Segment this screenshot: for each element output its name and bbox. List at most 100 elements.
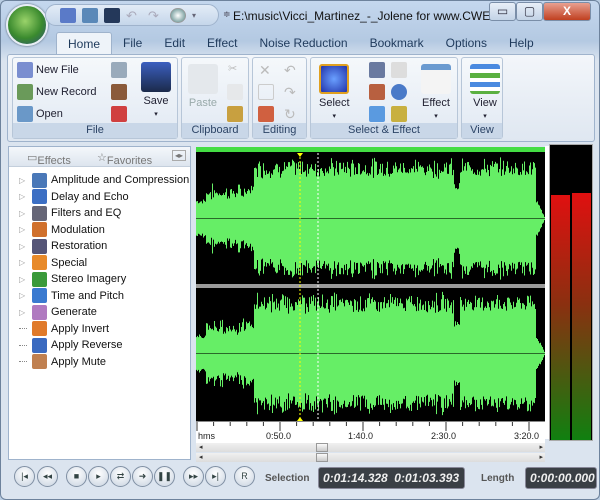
maximize-button[interactable]: ▢ [516, 2, 543, 21]
effect-item[interactable]: Apply Reverse [9, 337, 190, 354]
expand-icon[interactable]: ▷ [19, 176, 27, 185]
pause-button[interactable]: ❚❚ [154, 466, 175, 487]
copy-icon[interactable] [227, 84, 243, 100]
tab-file[interactable]: File [112, 32, 153, 55]
tab-effects[interactable]: ▭ Effects [27, 151, 71, 167]
loop-button[interactable]: ⇄ [110, 466, 131, 487]
effect-item[interactable]: Apply Mute [9, 354, 190, 371]
undo-icon[interactable]: ↶ [126, 8, 142, 23]
horizontal-scrollbar[interactable]: ◂ ▸ [196, 443, 545, 452]
scroll-left-icon[interactable]: ◂ [199, 443, 203, 451]
open-icon[interactable] [82, 7, 98, 23]
delay-icon[interactable] [391, 84, 407, 100]
repeat-icon[interactable]: ↻ [284, 106, 296, 123]
expand-icon[interactable]: ▷ [19, 258, 27, 267]
waveform-view[interactable] [196, 147, 545, 421]
close-button[interactable]: X [543, 2, 591, 21]
cd-icon[interactable] [170, 7, 186, 23]
redo-icon[interactable]: ↷ [284, 84, 296, 101]
panel-scroll-arrows-icon[interactable]: ◂▸ [172, 150, 187, 161]
effect-item[interactable]: ▷ Stereo Imagery [9, 271, 190, 288]
effect-item[interactable]: Apply Invert [9, 321, 190, 338]
effect-button[interactable]: Effect ▾ [421, 64, 451, 120]
video-icon[interactable] [111, 84, 127, 100]
tab-bookmark[interactable]: Bookmark [359, 32, 435, 55]
scroll-right-icon[interactable]: ▸ [539, 443, 543, 451]
record-button[interactable]: R [234, 466, 255, 487]
save-icon[interactable] [104, 7, 120, 23]
expand-icon[interactable]: ▷ [19, 192, 27, 201]
cursor-top-marker[interactable] [297, 153, 303, 157]
effect-item[interactable]: ▷ Amplitude and Compression [9, 172, 190, 189]
tab-home[interactable]: Home [56, 32, 113, 55]
paste-special-icon[interactable] [227, 106, 243, 122]
tab-help[interactable]: Help [498, 32, 545, 55]
stop-button[interactable]: ■ [66, 466, 87, 487]
scroll-left-icon[interactable]: ◂ [199, 453, 203, 461]
effect-item[interactable]: ▷ Generate [9, 304, 190, 321]
expand-icon[interactable]: ▷ [19, 209, 27, 218]
undo-icon[interactable]: ↶ [284, 62, 296, 79]
effect-item[interactable]: ▷ Filters and EQ [9, 205, 190, 222]
time-pitch-icon[interactable] [369, 106, 385, 122]
effect-item[interactable]: ▷ Modulation [9, 222, 190, 239]
customize-icon[interactable]: ≑ [223, 9, 231, 20]
view-button[interactable]: View ▾ [470, 64, 500, 120]
new-file-button[interactable]: New File [17, 62, 79, 78]
fade-icon[interactable] [369, 84, 385, 100]
skip-end-button[interactable]: ▸| [205, 466, 226, 487]
rewind-button[interactable]: ◂◂ [37, 466, 58, 487]
play-button[interactable]: ▸ [88, 466, 109, 487]
effect-item[interactable]: ▷ Time and Pitch [9, 288, 190, 305]
crop-icon[interactable] [258, 84, 274, 100]
app-menu-button[interactable] [6, 4, 48, 46]
wave-icon[interactable] [391, 106, 407, 122]
skip-start-button[interactable]: |◂ [14, 466, 35, 487]
effect-label: Modulation [51, 223, 105, 236]
length-label: Length [481, 473, 515, 484]
scroll-thumb[interactable] [316, 443, 328, 452]
save-button[interactable]: Save ▾ [141, 62, 171, 118]
expand-icon[interactable]: ▷ [19, 308, 27, 317]
tab-noise-reduction[interactable]: Noise Reduction [249, 32, 359, 55]
extract-icon[interactable] [111, 106, 127, 122]
tab-favorites[interactable]: ☆ Favorites [97, 151, 152, 167]
paste-button[interactable]: Paste [188, 64, 218, 109]
effect-icon [32, 321, 47, 337]
group-label: Clipboard [182, 123, 248, 138]
waveform-canvas[interactable] [196, 147, 545, 421]
new-record-button[interactable]: New Record [17, 84, 97, 100]
effect-item[interactable]: ▷ Delay and Echo [9, 189, 190, 206]
new-file-icon[interactable] [60, 7, 76, 23]
tab-edit[interactable]: Edit [153, 32, 196, 55]
effect-item[interactable]: ▷ Restoration [9, 238, 190, 255]
burn-icon[interactable] [111, 62, 127, 78]
expand-icon[interactable]: ▷ [19, 242, 27, 251]
panel-tabs: ▭ Effects ☆ Favorites ◂▸ [9, 147, 190, 167]
effect-icon [32, 205, 47, 221]
cut-icon[interactable]: ✂ [228, 62, 237, 75]
dropdown-icon: ▾ [434, 113, 438, 120]
open-button[interactable]: Open [17, 106, 63, 122]
scroll-right-icon[interactable]: ▸ [539, 453, 543, 461]
fast-forward-button[interactable]: ▸▸ [183, 466, 204, 487]
effect-label: Time and Pitch [51, 289, 124, 302]
mix-paste-icon[interactable] [258, 106, 274, 122]
minimize-button[interactable]: ▭ [489, 2, 516, 21]
expand-icon[interactable]: ▷ [19, 225, 27, 234]
tab-options[interactable]: Options [435, 32, 498, 55]
normalize-icon[interactable] [391, 62, 407, 78]
effect-item[interactable]: ▷ Special [9, 255, 190, 272]
overview-bar[interactable] [196, 147, 545, 152]
dropdown-icon[interactable]: ▾ [192, 11, 196, 20]
play-to-end-button[interactable]: ➜ [132, 466, 153, 487]
expand-icon[interactable]: ▷ [19, 291, 27, 300]
amplify-icon[interactable] [369, 62, 385, 78]
app-window: ↶ ↷ ▾ ≑ E:\music\Vicci_Martinez_-_Jolene… [0, 0, 600, 500]
delete-icon[interactable]: ✕ [259, 62, 271, 79]
redo-icon[interactable]: ↷ [148, 8, 164, 23]
select-button[interactable]: Select ▾ [319, 64, 350, 120]
time-ruler[interactable]: hms 0:50.0 1:40.0 2:30.0 3:20.0 [196, 421, 545, 443]
expand-icon[interactable]: ▷ [19, 275, 27, 284]
tab-effect[interactable]: Effect [196, 32, 248, 55]
